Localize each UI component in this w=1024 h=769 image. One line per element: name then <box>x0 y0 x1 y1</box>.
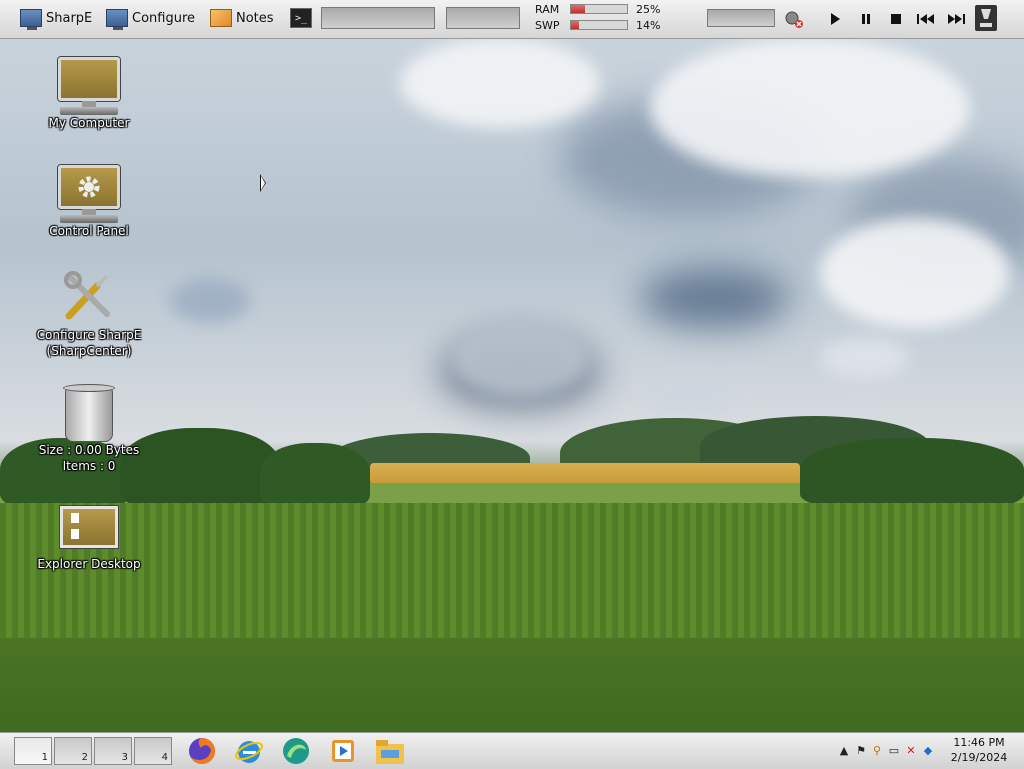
swp-percent: 14% <box>636 19 661 32</box>
file-explorer-icon[interactable] <box>374 736 406 766</box>
clock-time: 11:46 PM <box>953 736 1005 749</box>
workspace-3[interactable]: 3 <box>94 737 132 765</box>
pause-button[interactable] <box>857 10 875 28</box>
workspace-2[interactable]: 2 <box>54 737 92 765</box>
explorer-desktop-label: Explorer Desktop <box>37 557 141 571</box>
previous-icon <box>917 14 934 24</box>
next-icon <box>948 14 965 24</box>
network-icon[interactable]: ▭ <box>888 745 900 757</box>
firefox-icon[interactable] <box>186 736 218 766</box>
monitor-settings-icon <box>106 9 128 30</box>
workspace-1[interactable]: 1 <box>14 737 52 765</box>
eject-icon[interactable] <box>975 5 997 31</box>
recycle-bin-items: Items : 0 <box>62 459 116 473</box>
trash-icon <box>63 384 115 442</box>
desktop-shortcut-icon <box>60 506 118 548</box>
ram-percent: 25% <box>636 3 661 16</box>
sharpe-menu-button[interactable]: SharpE <box>20 6 92 30</box>
taskbar: 1 2 3 4 ▲ ⚑ ⚲ ▭ ✕ ◆ 11:46 PM 2/19/2024 <box>0 732 1024 769</box>
browser-icon[interactable] <box>280 736 312 766</box>
previous-track-button[interactable] <box>915 10 937 28</box>
notes-button[interactable]: Notes <box>210 6 274 30</box>
notes-label: Notes <box>236 10 274 26</box>
configure-sharpe-label-line2: (SharpCenter) <box>46 344 132 358</box>
ram-label: RAM <box>535 3 560 16</box>
search-icon[interactable]: ⚲ <box>871 745 883 757</box>
bluetooth-icon[interactable]: ◆ <box>922 745 934 757</box>
ram-meter <box>570 4 628 14</box>
tools-icon <box>61 268 117 327</box>
terminal-icon: >_ <box>290 8 312 28</box>
explorer-desktop-icon[interactable]: Explorer Desktop <box>29 506 149 572</box>
configure-button[interactable]: Configure <box>106 6 195 30</box>
tray-expand-icon[interactable]: ▲ <box>838 745 850 757</box>
stop-icon <box>891 14 901 24</box>
configure-label: Configure <box>132 10 196 26</box>
configure-sharpe-label-line1: Configure SharpE <box>36 328 142 342</box>
computer-icon <box>58 57 120 115</box>
ram-meter-fill <box>571 5 585 13</box>
clock[interactable]: 11:46 PM 2/19/2024 <box>944 735 1014 765</box>
swp-meter-fill <box>571 21 579 29</box>
control-panel-icon[interactable]: Control Panel <box>29 165 149 239</box>
terminal-button[interactable]: >_ <box>290 6 312 30</box>
workspace-4[interactable]: 4 <box>134 737 172 765</box>
run-command-input[interactable] <box>321 7 435 29</box>
my-computer-icon[interactable]: My Computer <box>29 57 149 131</box>
stop-button[interactable] <box>887 10 905 28</box>
gear-icon <box>78 176 100 198</box>
control-panel-label: Control Panel <box>49 224 129 238</box>
volume-muted-icon[interactable] <box>784 9 804 29</box>
volume-slider[interactable] <box>707 9 775 27</box>
internet-explorer-icon[interactable] <box>233 736 265 766</box>
swp-meter <box>570 20 628 30</box>
notes-icon <box>210 9 232 27</box>
computer-icon <box>20 9 42 30</box>
action-center-flag-icon[interactable]: ⚑ <box>855 745 867 757</box>
desktop-wallpaper <box>0 38 1024 732</box>
pause-icon <box>862 14 870 24</box>
top-panel: SharpE Configure Notes >_ RAM 25% SWP 14… <box>0 0 1024 39</box>
clock-date: 2/19/2024 <box>950 751 1008 764</box>
volume-muted-tray-icon[interactable]: ✕ <box>905 745 917 757</box>
mouse-cursor <box>260 174 266 192</box>
swp-label: SWP <box>535 19 560 32</box>
media-player-icon[interactable] <box>327 736 359 766</box>
play-button[interactable] <box>826 10 844 28</box>
recycle-bin-size: Size : 0.00 Bytes <box>38 443 140 457</box>
gear-monitor-icon <box>58 165 120 223</box>
recycle-bin-icon[interactable]: Size : 0.00 Bytes Items : 0 <box>29 384 149 474</box>
next-track-button[interactable] <box>945 10 967 28</box>
play-icon <box>831 13 840 25</box>
configure-sharpe-icon[interactable]: Configure SharpE (SharpCenter) <box>29 268 149 359</box>
sharpe-label: SharpE <box>46 10 93 26</box>
my-computer-label: My Computer <box>48 116 130 130</box>
panel-slot-box[interactable] <box>446 7 520 29</box>
